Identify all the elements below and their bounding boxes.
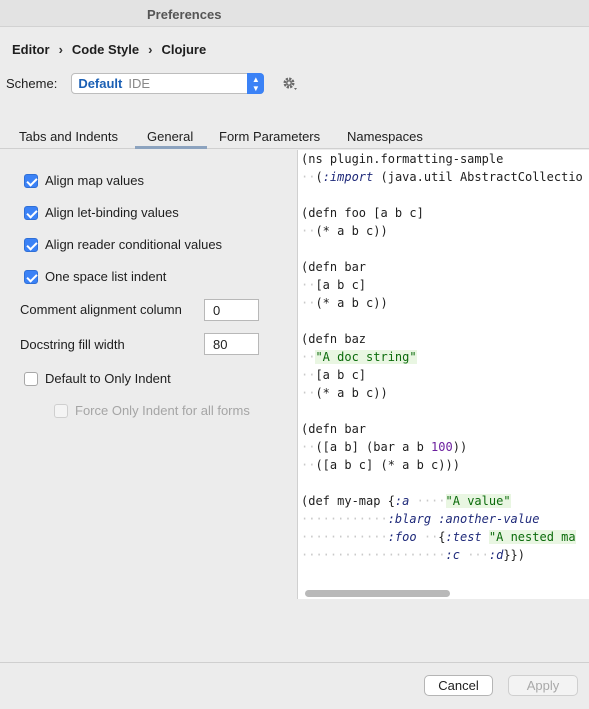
- breadcrumb-code-style: Code Style: [71, 42, 140, 57]
- cancel-button[interactable]: Cancel: [424, 675, 493, 696]
- align-reader-conditional-label: Align reader conditional values: [45, 237, 223, 252]
- breadcrumb-clojure: Clojure: [161, 42, 207, 57]
- horizontal-scrollbar[interactable]: [305, 590, 450, 597]
- code-line: (defn foo [a b c]: [301, 206, 424, 220]
- chevron-right-icon: ›: [148, 42, 153, 57]
- code-line: ··(:import (java.util AbstractCollectio: [301, 170, 583, 184]
- code-preview[interactable]: (ns plugin.formatting-sample ··(:import (…: [297, 150, 589, 599]
- one-space-list-indent-option[interactable]: One space list indent: [24, 269, 166, 284]
- align-map-values-checkbox[interactable]: [24, 173, 38, 188]
- code-line: ··(* a b c)): [301, 224, 388, 238]
- default-only-indent-label: Default to Only Indent: [45, 371, 171, 386]
- code-line: ··([a b c] (* a b c))): [301, 458, 460, 472]
- one-space-list-indent-checkbox[interactable]: [24, 269, 38, 284]
- align-reader-conditional-checkbox[interactable]: [24, 237, 38, 252]
- code-preview-text: (ns plugin.formatting-sample ··(:import (…: [301, 150, 583, 564]
- gear-icon[interactable]: [281, 75, 299, 93]
- code-line: ··(* a b c)): [301, 386, 388, 400]
- default-only-indent-option[interactable]: Default to Only Indent: [24, 371, 171, 386]
- code-line: ············:blarg :another-value: [301, 512, 540, 526]
- force-only-indent-checkbox: [54, 403, 68, 418]
- code-line: (defn bar: [301, 260, 367, 274]
- align-let-binding-label: Align let-binding values: [45, 205, 179, 220]
- scheme-name: Default: [78, 76, 123, 91]
- comment-alignment-input[interactable]: 0: [204, 299, 259, 321]
- comment-alignment-label: Comment alignment column: [20, 302, 182, 317]
- code-line: (ns plugin.formatting-sample: [301, 152, 504, 166]
- code-line: (defn bar: [301, 422, 367, 436]
- dialog-footer: [0, 662, 589, 709]
- code-line: ··([a b] (bar a b 100)): [301, 440, 468, 454]
- align-reader-conditional-option[interactable]: Align reader conditional values: [24, 237, 222, 252]
- code-line: ··"A doc string": [301, 350, 417, 364]
- code-line: ············:foo ··{:test "A nested ma: [301, 530, 576, 544]
- breadcrumb-editor: Editor: [12, 42, 50, 57]
- code-line: ··[a b c]: [301, 278, 367, 292]
- tab-namespaces[interactable]: Namespaces: [347, 129, 423, 144]
- tab-tabs-and-indents[interactable]: Tabs and Indents: [19, 129, 118, 144]
- active-tab-indicator: [135, 146, 207, 149]
- force-only-indent-option: Force Only Indent for all forms: [54, 403, 250, 418]
- code-line: ··[a b c]: [301, 368, 367, 382]
- title-bar: Preferences: [0, 0, 589, 27]
- breadcrumb: Editor › Code Style › Clojure: [12, 42, 206, 57]
- align-let-binding-option[interactable]: Align let-binding values: [24, 205, 179, 220]
- scheme-label: Scheme:: [6, 76, 58, 91]
- scheme-dropdown[interactable]: Default IDE ▲ ▼: [71, 73, 265, 94]
- window-title: Preferences: [147, 7, 222, 22]
- docstring-fill-width-label: Docstring fill width: [20, 337, 125, 352]
- align-let-binding-checkbox[interactable]: [24, 205, 38, 220]
- force-only-indent-label: Force Only Indent for all forms: [75, 403, 250, 418]
- chevron-right-icon: ›: [58, 42, 63, 57]
- tab-general[interactable]: General: [147, 129, 193, 144]
- tab-form-parameters[interactable]: Form Parameters: [219, 129, 320, 144]
- apply-button[interactable]: Apply: [508, 675, 578, 696]
- scheme-row: Scheme: Default IDE ▲ ▼: [6, 73, 265, 94]
- one-space-list-indent-label: One space list indent: [45, 269, 167, 284]
- align-map-values-option[interactable]: Align map values: [24, 173, 144, 188]
- tab-bar: Tabs and Indents General Form Parameters…: [0, 125, 589, 149]
- scheme-kind: IDE: [128, 76, 151, 91]
- chevron-updown-icon: ▲ ▼: [247, 73, 265, 94]
- code-line: (def my-map {:a ····"A value": [301, 494, 511, 508]
- code-line: ··(* a b c)): [301, 296, 388, 310]
- code-line: ····················:c ···:d}}): [301, 548, 526, 562]
- code-line: (defn baz: [301, 332, 367, 346]
- align-map-values-label: Align map values: [45, 173, 144, 188]
- default-only-indent-checkbox[interactable]: [24, 371, 38, 386]
- docstring-fill-width-input[interactable]: 80: [204, 333, 259, 355]
